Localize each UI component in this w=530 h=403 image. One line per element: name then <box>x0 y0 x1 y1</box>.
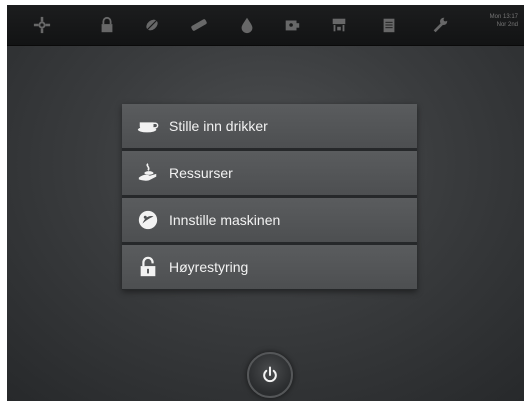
machine-screen: Mon 13:17 Nor 2nd Stille inn drikker Res… <box>7 5 524 401</box>
clock-display: Mon 13:17 Nor 2nd <box>478 13 518 29</box>
water-drop-icon[interactable] <box>237 15 257 35</box>
unlock-icon <box>137 256 159 278</box>
menu-item-high-control[interactable]: Høyrestyring <box>122 245 417 289</box>
document-icon[interactable] <box>379 15 399 35</box>
menu-item-drinks-settings[interactable]: Stille inn drikker <box>122 104 417 148</box>
menu-item-label: Innstille maskinen <box>169 212 281 228</box>
main-menu: Stille inn drikker Ressurser Innstille m… <box>122 104 417 290</box>
lock-icon[interactable] <box>97 15 117 35</box>
power-icon <box>260 365 280 385</box>
leaf-icon[interactable] <box>142 15 162 35</box>
machine-settings-icon <box>137 209 159 231</box>
menu-item-machine-settings[interactable]: Innstille maskinen <box>122 198 417 242</box>
clock-time: Mon 13:17 <box>489 14 518 20</box>
menu-item-resources[interactable]: Ressurser <box>122 151 417 195</box>
status-bar: Mon 13:17 Nor 2nd <box>7 5 524 46</box>
cup-cleaning-icon[interactable] <box>282 15 302 35</box>
menu-item-label: Stille inn drikker <box>169 118 268 134</box>
hand-coffee-icon <box>137 162 159 184</box>
power-button[interactable] <box>247 352 293 398</box>
menu-item-label: Ressurser <box>169 165 233 181</box>
wrench-icon[interactable] <box>430 15 450 35</box>
clock-date: Nor 2nd <box>496 22 518 28</box>
milk-pipe-icon[interactable] <box>189 15 209 35</box>
menu-item-label: Høyrestyring <box>169 259 249 275</box>
cup-icon <box>137 115 159 137</box>
coffee-machine-icon[interactable] <box>329 15 349 35</box>
settings-gear-icon[interactable] <box>32 15 52 35</box>
